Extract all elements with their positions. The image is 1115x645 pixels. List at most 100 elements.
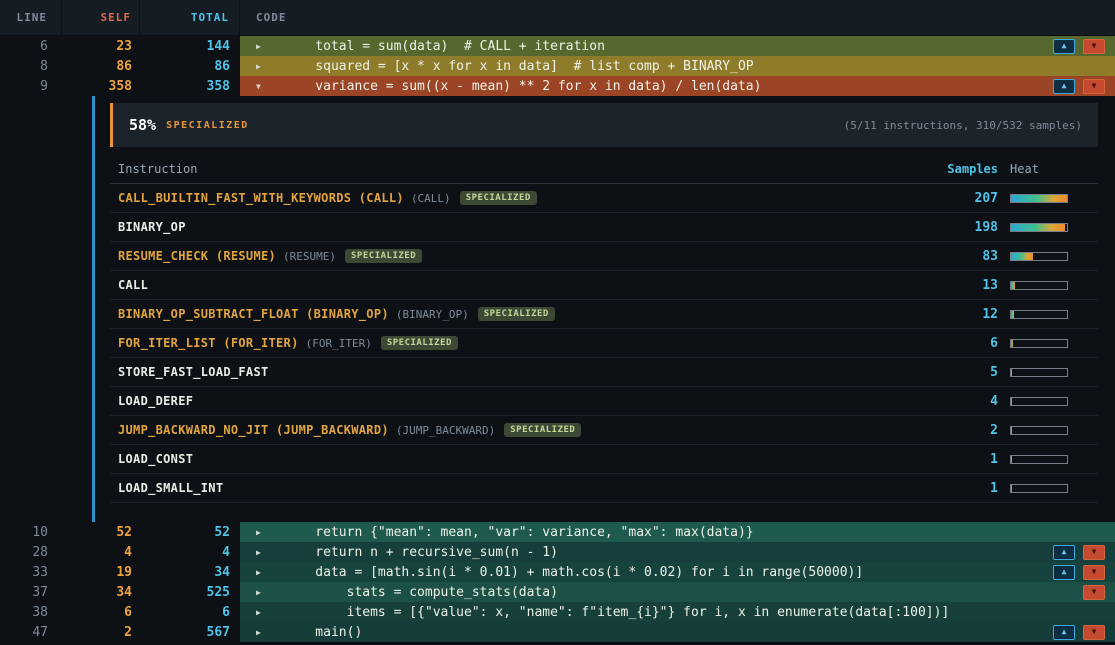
heat-bar <box>1010 397 1068 406</box>
code-line-row: 28 4 4 ▶ return n + recursive_sum(n - 1)… <box>0 542 1115 562</box>
heat-bar <box>1010 368 1068 377</box>
line-number: 37 <box>0 582 62 602</box>
heat-cell <box>1010 310 1098 319</box>
source-code: variance = sum((x - mean) ** 2 for x in … <box>284 79 761 94</box>
expand-toggle-icon[interactable]: ▶ <box>256 608 280 617</box>
line-number: 38 <box>0 602 62 622</box>
heat-bar-fill <box>1011 485 1012 492</box>
heat-bar <box>1010 310 1068 319</box>
total-samples: 358 <box>140 76 240 96</box>
instruction-row: CALL 13 <box>110 271 1098 300</box>
header-line: LINE <box>0 0 62 35</box>
col-header-instruction: Instruction <box>118 162 928 176</box>
jump-down-button[interactable]: ▼ <box>1083 545 1105 560</box>
instruction-rows: CALL_BUILTIN_FAST_WITH_KEYWORDS (CALL) (… <box>110 184 1098 503</box>
base-opcode-label: (CALL) <box>411 192 451 205</box>
heat-bar <box>1010 455 1068 464</box>
heat-bar-fill <box>1011 224 1065 231</box>
instruction-name-cell: STORE_FAST_LOAD_FAST <box>118 365 928 379</box>
code-cell[interactable]: ▶ return n + recursive_sum(n - 1) ▲ ▼ <box>240 542 1115 562</box>
specialization-banner: 58% SPECIALIZED (5/11 instructions, 310/… <box>110 103 1098 147</box>
self-samples: 6 <box>62 602 140 622</box>
expand-toggle-icon[interactable]: ▶ <box>256 42 280 51</box>
heat-bar-fill <box>1011 340 1013 347</box>
jump-down-button[interactable]: ▼ <box>1083 625 1105 640</box>
instruction-detail-panel: 58% SPECIALIZED (5/11 instructions, 310/… <box>0 96 1115 522</box>
line-number: 10 <box>0 522 62 542</box>
jump-up-button[interactable]: ▲ <box>1053 565 1075 580</box>
instruction-table: Instruction Samples Heat CALL_BUILTIN_FA… <box>110 155 1098 503</box>
expand-toggle-icon[interactable]: ▶ <box>256 528 280 537</box>
instruction-name: LOAD_CONST <box>118 452 193 466</box>
expand-toggle-icon[interactable]: ▶ <box>256 568 280 577</box>
instruction-name: RESUME_CHECK (RESUME) <box>118 249 276 263</box>
source-code: main() <box>284 625 362 640</box>
line-number: 8 <box>0 56 62 76</box>
instruction-name: LOAD_SMALL_INT <box>118 481 223 495</box>
code-cell[interactable]: ▶ total = sum(data) # CALL + iteration ▲… <box>240 36 1115 56</box>
code-cell[interactable]: ▶ items = [{"value": x, "name": f"item_{… <box>240 602 1115 622</box>
expand-toggle-icon[interactable]: ▶ <box>256 588 280 597</box>
heat-bar-fill <box>1011 253 1033 260</box>
heat-bar <box>1010 252 1068 261</box>
code-line-row: 38 6 6 ▶ items = [{"value": x, "name": f… <box>0 602 1115 622</box>
code-cell[interactable]: ▶ data = [math.sin(i * 0.01) + math.cos(… <box>240 562 1115 582</box>
source-code: return {"mean": mean, "var": variance, "… <box>284 525 754 540</box>
self-samples: 52 <box>62 522 140 542</box>
expand-toggle-icon[interactable]: ▼ <box>256 82 280 91</box>
instruction-samples: 13 <box>928 278 1010 293</box>
code-line-row: 37 34 525 ▶ stats = compute_stats(data) … <box>0 582 1115 602</box>
source-code: total = sum(data) # CALL + iteration <box>284 39 605 54</box>
heat-bar-fill <box>1011 282 1015 289</box>
heat-bar <box>1010 426 1068 435</box>
line-number: 28 <box>0 542 62 562</box>
code-line-row: 47 2 567 ▶ main() ▲ ▼ <box>0 622 1115 642</box>
row-buttons: ▼ <box>1083 585 1115 600</box>
jump-up-button[interactable]: ▲ <box>1053 545 1075 560</box>
profiler-app: LINE SELF TOTAL CODE 6 23 144 ▶ total = … <box>0 0 1115 642</box>
total-samples: 567 <box>140 622 240 642</box>
instruction-name: STORE_FAST_LOAD_FAST <box>118 365 269 379</box>
expand-toggle-icon[interactable]: ▶ <box>256 548 280 557</box>
specialized-percent: 58% <box>129 116 156 134</box>
source-code: return n + recursive_sum(n - 1) <box>284 545 558 560</box>
expand-toggle-icon[interactable]: ▶ <box>256 62 280 71</box>
instruction-name-cell: LOAD_SMALL_INT <box>118 481 928 495</box>
instruction-samples: 207 <box>928 191 1010 206</box>
heat-bar <box>1010 281 1068 290</box>
expand-toggle-icon[interactable]: ▶ <box>256 628 280 637</box>
self-samples: 23 <box>62 36 140 56</box>
code-cell[interactable]: ▶ squared = [x * x for x in data] # list… <box>240 56 1115 76</box>
code-cell[interactable]: ▼ variance = sum((x - mean) ** 2 for x i… <box>240 76 1115 96</box>
heat-cell <box>1010 397 1098 406</box>
jump-up-button[interactable]: ▲ <box>1053 79 1075 94</box>
jump-up-button[interactable]: ▲ <box>1053 625 1075 640</box>
base-opcode-label: (FOR_ITER) <box>306 337 372 350</box>
connector-line <box>92 96 95 522</box>
code-cell[interactable]: ▶ return {"mean": mean, "var": variance,… <box>240 522 1115 542</box>
instruction-name: JUMP_BACKWARD_NO_JIT (JUMP_BACKWARD) <box>118 423 389 437</box>
jump-down-button[interactable]: ▼ <box>1083 79 1105 94</box>
instruction-name: BINARY_OP_SUBTRACT_FLOAT (BINARY_OP) <box>118 307 389 321</box>
line-number: 9 <box>0 76 62 96</box>
jump-down-button[interactable]: ▼ <box>1083 585 1105 600</box>
instruction-name-cell: BINARY_OP <box>118 220 928 234</box>
heat-cell <box>1010 194 1098 203</box>
jump-up-button[interactable]: ▲ <box>1053 39 1075 54</box>
code-line-row: 9 358 358 ▼ variance = sum((x - mean) **… <box>0 76 1115 96</box>
heat-bar <box>1010 484 1068 493</box>
instruction-row: BINARY_OP 198 <box>110 213 1098 242</box>
code-cell[interactable]: ▶ stats = compute_stats(data) ▼ <box>240 582 1115 602</box>
jump-down-button[interactable]: ▼ <box>1083 39 1105 54</box>
base-opcode-label: (BINARY_OP) <box>396 308 469 321</box>
instruction-name: FOR_ITER_LIST (FOR_ITER) <box>118 336 299 350</box>
instruction-row: JUMP_BACKWARD_NO_JIT (JUMP_BACKWARD) (JU… <box>110 416 1098 445</box>
code-cell[interactable]: ▶ main() ▲ ▼ <box>240 622 1115 642</box>
sample-summary: (5/11 instructions, 310/532 samples) <box>844 119 1082 132</box>
instruction-name: CALL <box>118 278 148 292</box>
self-samples: 86 <box>62 56 140 76</box>
jump-down-button[interactable]: ▼ <box>1083 565 1105 580</box>
instruction-name-cell: BINARY_OP_SUBTRACT_FLOAT (BINARY_OP) (BI… <box>118 307 928 321</box>
self-samples: 2 <box>62 622 140 642</box>
instruction-name-cell: CALL <box>118 278 928 292</box>
